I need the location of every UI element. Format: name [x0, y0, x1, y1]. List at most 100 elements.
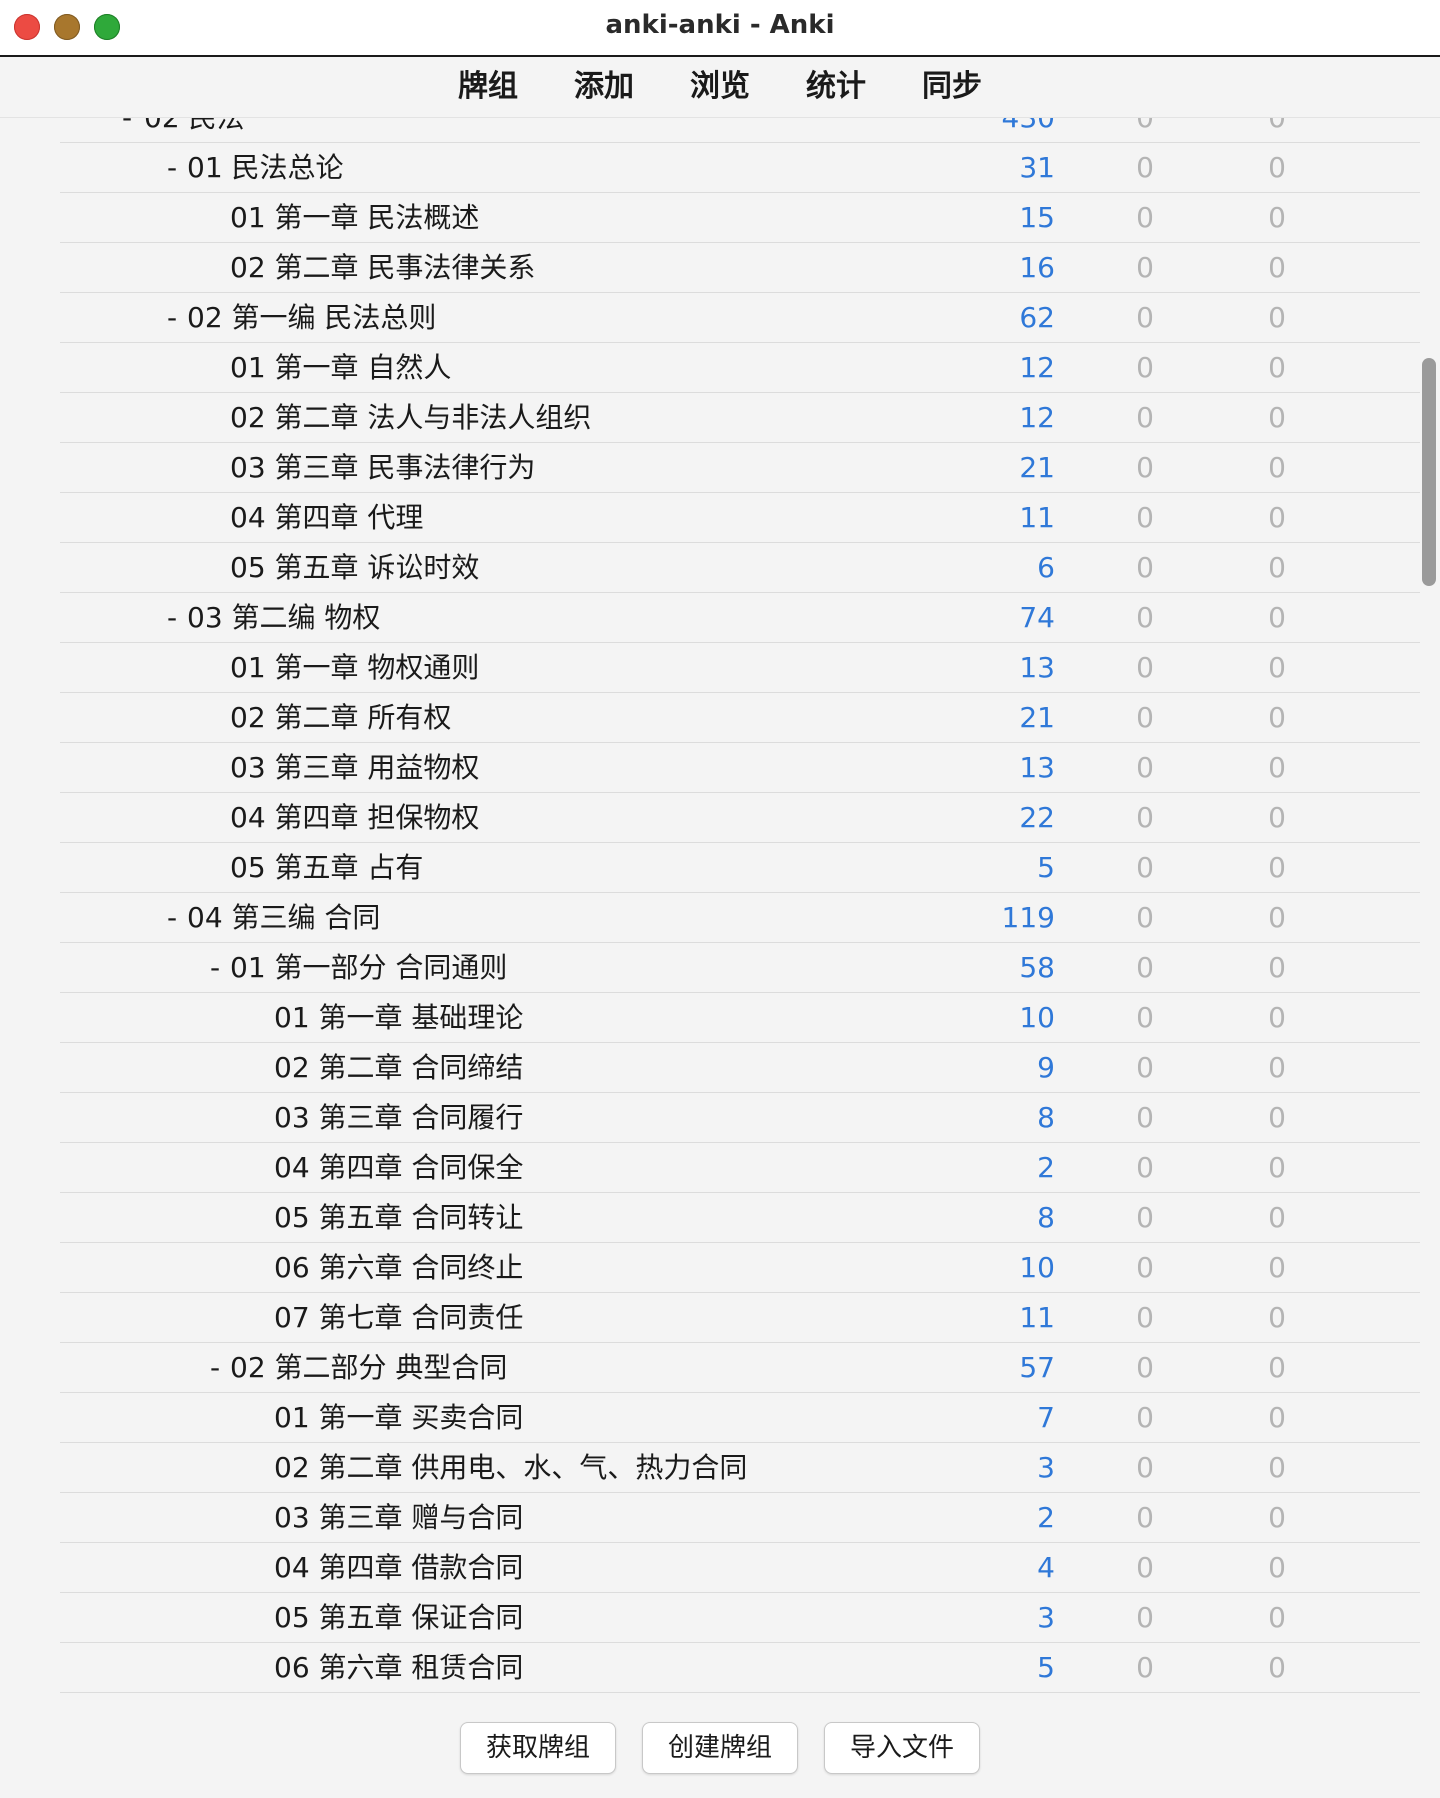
- deck-name[interactable]: 04 第四章 代理: [230, 493, 423, 542]
- deck-row[interactable]: 01 第一章 民法概述 15 0 0: [60, 193, 1420, 243]
- deck-row[interactable]: 02 第二章 法人与非法人组织 12 0 0: [60, 393, 1420, 443]
- deck-row[interactable]: 02 第二章 民事法律关系 16 0 0: [60, 243, 1420, 293]
- deck-row[interactable]: -01 第一部分 合同通则 58 0 0: [60, 943, 1420, 993]
- deck-row[interactable]: 03 第三章 赠与合同 2 0 0: [60, 1493, 1420, 1543]
- deck-row[interactable]: 04 第四章 借款合同 4 0 0: [60, 1543, 1420, 1593]
- deck-name[interactable]: 01 第一章 物权通则: [230, 643, 479, 692]
- toolbar-decks[interactable]: 牌组: [430, 57, 546, 117]
- deck-row[interactable]: -03 第二编 物权 74 0 0: [60, 593, 1420, 643]
- deck-name[interactable]: 07 第七章 合同责任: [274, 1293, 523, 1342]
- learn-count: 0: [1136, 1551, 1154, 1584]
- deck-row[interactable]: -01 民法总论 31 0 0: [60, 143, 1420, 193]
- deck-row[interactable]: 01 第一章 基础理论 10 0 0: [60, 993, 1420, 1043]
- deck-name[interactable]: 03 第三章 民事法律行为: [230, 443, 535, 492]
- collapse-toggle[interactable]: -: [162, 293, 182, 342]
- deck-name[interactable]: 04 第三编 合同: [187, 893, 380, 942]
- scrollbar-track[interactable]: [1420, 118, 1436, 1700]
- deck-name[interactable]: 02 第二章 合同缔结: [274, 1043, 523, 1092]
- due-count: 0: [1268, 201, 1286, 234]
- deck-row[interactable]: 02 第二章 供用电、水、气、热力合同 3 0 0: [60, 1443, 1420, 1493]
- deck-row[interactable]: 05 第五章 诉讼时效 6 0 0: [60, 543, 1420, 593]
- deck-name[interactable]: 06 第六章 租赁合同: [274, 1643, 523, 1692]
- deck-name[interactable]: 01 第一章 基础理论: [274, 993, 523, 1042]
- collapse-toggle[interactable]: -: [162, 143, 182, 192]
- deck-row[interactable]: 05 第五章 占有 5 0 0: [60, 843, 1420, 893]
- deck-name[interactable]: 05 第五章 占有: [230, 843, 423, 892]
- deck-name[interactable]: 06 第六章 合同终止: [274, 1243, 523, 1292]
- learn-count: 0: [1136, 601, 1154, 634]
- scrollbar-thumb[interactable]: [1422, 358, 1436, 586]
- deck-row[interactable]: 02 第二章 合同缔结 9 0 0: [60, 1043, 1420, 1093]
- new-count: 9: [1037, 1051, 1055, 1084]
- collapse-toggle[interactable]: -: [162, 593, 182, 642]
- deck-row[interactable]: 03 第三章 民事法律行为 21 0 0: [60, 443, 1420, 493]
- deck-row[interactable]: 01 第一章 买卖合同 7 0 0: [60, 1393, 1420, 1443]
- deck-name[interactable]: 02 第二章 所有权: [230, 693, 451, 742]
- deck-row[interactable]: 06 第六章 租赁合同 5 0 0: [60, 1643, 1420, 1693]
- deck-name[interactable]: 01 民法总论: [187, 143, 344, 192]
- deck-name[interactable]: 03 第三章 赠与合同: [274, 1493, 523, 1542]
- get-shared-decks-button[interactable]: 获取牌组: [460, 1722, 616, 1774]
- deck-name[interactable]: 05 第五章 诉讼时效: [230, 543, 479, 592]
- deck-row[interactable]: 05 第五章 合同转让 8 0 0: [60, 1193, 1420, 1243]
- deck-name[interactable]: 02 第二部分 典型合同: [230, 1343, 507, 1392]
- deck-name[interactable]: 04 第四章 合同保全: [274, 1143, 523, 1192]
- learn-count: 0: [1136, 651, 1154, 684]
- deck-name[interactable]: 01 第一章 买卖合同: [274, 1393, 523, 1442]
- deck-row[interactable]: -04 第三编 合同 119 0 0: [60, 893, 1420, 943]
- due-count: 0: [1268, 1101, 1286, 1134]
- deck-name[interactable]: 02 第二章 法人与非法人组织: [230, 393, 591, 442]
- deck-row[interactable]: 07 第七章 融资租赁合同 3 0 0: [60, 1693, 1420, 1700]
- deck-row[interactable]: 01 第一章 物权通则 13 0 0: [60, 643, 1420, 693]
- deck-row[interactable]: 01 第一章 自然人 12 0 0: [60, 343, 1420, 393]
- deck-row[interactable]: 07 第七章 合同责任 11 0 0: [60, 1293, 1420, 1343]
- deck-name[interactable]: 03 第二编 物权: [187, 593, 380, 642]
- toolbar-stats[interactable]: 统计: [778, 57, 894, 117]
- learn-count: 0: [1136, 1601, 1154, 1634]
- import-file-button[interactable]: 导入文件: [824, 1722, 980, 1774]
- learn-count: 0: [1136, 301, 1154, 334]
- deck-row[interactable]: 03 第三章 用益物权 13 0 0: [60, 743, 1420, 793]
- deck-row[interactable]: 04 第四章 合同保全 2 0 0: [60, 1143, 1420, 1193]
- due-count: 0: [1268, 1001, 1286, 1034]
- deck-row[interactable]: -02 第一编 民法总则 62 0 0: [60, 293, 1420, 343]
- due-count: 0: [1268, 151, 1286, 184]
- deck-row[interactable]: -02 第二部分 典型合同 57 0 0: [60, 1343, 1420, 1393]
- toolbar-browse[interactable]: 浏览: [662, 57, 778, 117]
- learn-count: 0: [1136, 901, 1154, 934]
- anki-window: anki-anki - Anki 牌组 添加 浏览 统计 同步 -02 民法43…: [0, 0, 1440, 1798]
- deck-row[interactable]: 06 第六章 合同终止 10 0 0: [60, 1243, 1420, 1293]
- collapse-toggle[interactable]: -: [205, 1343, 225, 1392]
- collapse-toggle[interactable]: -: [162, 893, 182, 942]
- deck-row[interactable]: 04 第四章 担保物权 22 0 0: [60, 793, 1420, 843]
- deck-name[interactable]: 03 第三章 用益物权: [230, 743, 479, 792]
- toolbar-add[interactable]: 添加: [546, 57, 662, 117]
- deck-name[interactable]: 02 第二章 供用电、水、气、热力合同: [274, 1443, 747, 1492]
- due-count: 0: [1268, 601, 1286, 634]
- learn-count: 0: [1136, 1251, 1154, 1284]
- window-title: anki-anki - Anki: [605, 10, 835, 40]
- collapse-toggle[interactable]: -: [205, 943, 225, 992]
- deck-name[interactable]: 02 民法: [144, 118, 245, 142]
- deck-row[interactable]: 05 第五章 保证合同 3 0 0: [60, 1593, 1420, 1643]
- deck-name[interactable]: 03 第三章 合同履行: [274, 1093, 523, 1142]
- deck-name[interactable]: 01 第一部分 合同通则: [230, 943, 507, 992]
- deck-name[interactable]: 04 第四章 借款合同: [274, 1543, 523, 1592]
- deck-name[interactable]: 02 第一编 民法总则: [187, 293, 436, 342]
- deck-name[interactable]: 01 第一章 民法概述: [230, 193, 479, 242]
- deck-name[interactable]: 05 第五章 合同转让: [274, 1193, 523, 1242]
- deck-row[interactable]: 02 第二章 所有权 21 0 0: [60, 693, 1420, 743]
- deck-name[interactable]: 07 第七章 融资租赁合同: [274, 1693, 579, 1700]
- deck-row[interactable]: 04 第四章 代理 11 0 0: [60, 493, 1420, 543]
- deck-name[interactable]: 05 第五章 保证合同: [274, 1593, 523, 1642]
- deck-name[interactable]: 01 第一章 自然人: [230, 343, 451, 392]
- deck-name[interactable]: 02 第二章 民事法律关系: [230, 243, 535, 292]
- deck-row[interactable]: 03 第三章 合同履行 8 0 0: [60, 1093, 1420, 1143]
- collapse-toggle[interactable]: -: [117, 118, 137, 142]
- toolbar-sync[interactable]: 同步: [894, 57, 1010, 117]
- deck-name[interactable]: 04 第四章 担保物权: [230, 793, 479, 842]
- create-deck-button[interactable]: 创建牌组: [642, 1722, 798, 1774]
- deck-row[interactable]: -02 民法 430 0 0: [60, 118, 1420, 143]
- learn-count: 0: [1136, 1151, 1154, 1184]
- title-bar: anki-anki - Anki: [0, 0, 1440, 57]
